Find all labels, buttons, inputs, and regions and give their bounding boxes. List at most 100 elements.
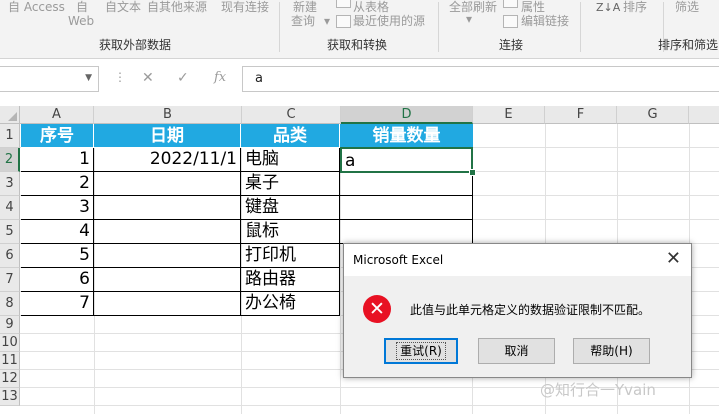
cancel-button-label: 取消 bbox=[504, 344, 529, 358]
cell-date[interactable]: 2022/11/1 bbox=[94, 148, 241, 172]
row-header-12[interactable]: 12 bbox=[0, 370, 20, 388]
dialog-title: Microsoft Excel bbox=[353, 253, 444, 267]
cell-date[interactable] bbox=[94, 268, 241, 292]
new-query-button-label[interactable]: 查询 bbox=[291, 14, 315, 28]
name-box[interactable]: ▼ bbox=[0, 66, 99, 92]
cell-date[interactable] bbox=[94, 244, 241, 268]
table-header-category[interactable]: 品类 bbox=[241, 124, 340, 148]
formula-bar-resize-handle[interactable]: ⋮ bbox=[114, 69, 126, 85]
cell-date[interactable] bbox=[94, 196, 241, 220]
insert-function-icon[interactable]: fx bbox=[214, 69, 226, 87]
cancel-icon[interactable]: ✕ bbox=[142, 69, 154, 87]
cell-category[interactable]: 电脑 bbox=[241, 148, 340, 172]
cell-date[interactable] bbox=[94, 220, 241, 244]
cell-qty[interactable] bbox=[340, 196, 473, 220]
error-x-glyph: ✕ bbox=[369, 298, 385, 320]
row-header-13[interactable]: 13 bbox=[0, 388, 20, 406]
cell-no[interactable]: 1 bbox=[21, 148, 94, 172]
cell-date[interactable] bbox=[94, 172, 241, 196]
cell-category[interactable]: 桌子 bbox=[241, 172, 340, 196]
row-header-8[interactable]: 8 bbox=[0, 292, 20, 316]
row-header-4[interactable]: 4 bbox=[0, 196, 20, 220]
cell-qty[interactable] bbox=[340, 220, 473, 244]
chevron-down-icon[interactable]: ▾ bbox=[324, 14, 330, 28]
row-header-3[interactable]: 3 bbox=[0, 172, 20, 196]
cell-qty[interactable] bbox=[340, 172, 473, 196]
cell-no[interactable]: 6 bbox=[21, 268, 94, 292]
column-header-e[interactable]: E bbox=[473, 106, 545, 124]
from-table-button[interactable]: 从表格 bbox=[353, 0, 389, 14]
active-cell-d2[interactable]: a bbox=[340, 147, 473, 173]
group-label-get-external-data: 获取外部数据 bbox=[99, 38, 172, 52]
row-header-7[interactable]: 7 bbox=[0, 268, 20, 292]
from-access-button[interactable]: 自 Access bbox=[8, 0, 65, 14]
cell-no[interactable]: 2 bbox=[21, 172, 94, 196]
from-web-button-label[interactable]: Web bbox=[68, 14, 94, 28]
from-text-button[interactable]: 自文本 bbox=[105, 0, 141, 14]
help-button[interactable]: 帮助(H) bbox=[573, 338, 650, 364]
chevron-down-icon[interactable]: ▼ bbox=[85, 73, 92, 83]
table-header-date[interactable]: 日期 bbox=[94, 124, 241, 148]
group-label-get-transform: 获取和转换 bbox=[327, 38, 388, 52]
edit-links-button[interactable]: 编辑链接 bbox=[521, 14, 569, 28]
formula-bar: ▼ ⋮ ✕ ✓ fx a bbox=[0, 66, 719, 92]
properties-icon bbox=[503, 0, 518, 8]
column-header-d[interactable]: D bbox=[341, 106, 473, 124]
column-header-f[interactable]: F bbox=[545, 106, 617, 124]
cell-no[interactable]: 4 bbox=[21, 220, 94, 244]
table-header-qty[interactable]: 销量数量 bbox=[340, 124, 473, 148]
cell-no[interactable]: 5 bbox=[21, 244, 94, 268]
ribbon-separator bbox=[580, 2, 581, 52]
column-header-a[interactable]: A bbox=[20, 106, 94, 124]
recent-sources-icon bbox=[336, 15, 351, 28]
cancel-button[interactable]: 取消 bbox=[478, 338, 555, 364]
active-cell-value: a bbox=[345, 151, 356, 171]
table-header-no[interactable]: 序号 bbox=[21, 124, 94, 148]
ribbon-separator bbox=[279, 2, 280, 52]
cell-no[interactable]: 7 bbox=[21, 292, 94, 316]
dialog-title-bar[interactable]: Microsoft Excel ✕ bbox=[344, 244, 691, 276]
existing-connections-button[interactable]: 现有连接 bbox=[221, 0, 269, 14]
column-header-c[interactable]: C bbox=[242, 106, 341, 124]
error-icon: ✕ bbox=[363, 295, 391, 323]
column-header-b[interactable]: B bbox=[94, 106, 242, 124]
cell-category[interactable]: 打印机 bbox=[241, 244, 340, 268]
retry-button-label: 重试(R) bbox=[396, 342, 446, 360]
edit-links-icon bbox=[503, 15, 518, 28]
row-header-6[interactable]: 6 bbox=[0, 244, 20, 268]
table-icon bbox=[336, 0, 351, 8]
row-header-2[interactable]: 2 bbox=[0, 148, 20, 172]
cell-category[interactable]: 鼠标 bbox=[241, 220, 340, 244]
sort-button[interactable]: 排序 bbox=[623, 0, 647, 14]
cell-category[interactable]: 键盘 bbox=[241, 196, 340, 220]
row-header-5[interactable]: 5 bbox=[0, 220, 20, 244]
recent-sources-button[interactable]: 最近使用的源 bbox=[353, 14, 425, 28]
from-web-button[interactable]: 自 bbox=[76, 0, 88, 14]
sort-za-icon[interactable]: Z↓A bbox=[596, 2, 620, 13]
close-icon[interactable]: ✕ bbox=[666, 249, 681, 269]
cell-category[interactable]: 路由器 bbox=[241, 268, 340, 292]
new-query-button[interactable]: 新建 bbox=[293, 0, 317, 14]
fill-handle[interactable] bbox=[469, 169, 476, 176]
from-other-sources-button[interactable]: 自其他来源 bbox=[147, 0, 207, 14]
properties-button[interactable]: 属性 bbox=[521, 0, 545, 14]
ribbon-separator bbox=[438, 2, 439, 52]
chevron-down-icon[interactable]: ▾ bbox=[466, 12, 472, 26]
refresh-all-button[interactable]: 全部刷新 bbox=[449, 0, 497, 14]
filter-button[interactable]: 筛选 bbox=[675, 0, 699, 14]
retry-button[interactable]: 重试(R) bbox=[384, 338, 458, 364]
column-header-h[interactable] bbox=[689, 106, 719, 124]
column-header-g[interactable]: G bbox=[617, 106, 689, 124]
row-header-11[interactable]: 11 bbox=[0, 352, 20, 370]
cell-category[interactable]: 办公椅 bbox=[241, 292, 340, 316]
formula-input[interactable]: a bbox=[242, 66, 719, 92]
error-dialog: Microsoft Excel ✕ ✕ 此值与此单元格定义的数据验证限制不匹配。… bbox=[343, 243, 692, 378]
select-all-corner[interactable] bbox=[0, 106, 20, 124]
gridline bbox=[20, 405, 719, 406]
row-header-10[interactable]: 10 bbox=[0, 334, 20, 352]
row-header-9[interactable]: 9 bbox=[0, 316, 20, 334]
cell-date[interactable] bbox=[94, 292, 241, 316]
cell-no[interactable]: 3 bbox=[21, 196, 94, 220]
row-header-1[interactable]: 1 bbox=[0, 124, 20, 148]
enter-icon[interactable]: ✓ bbox=[177, 69, 189, 87]
